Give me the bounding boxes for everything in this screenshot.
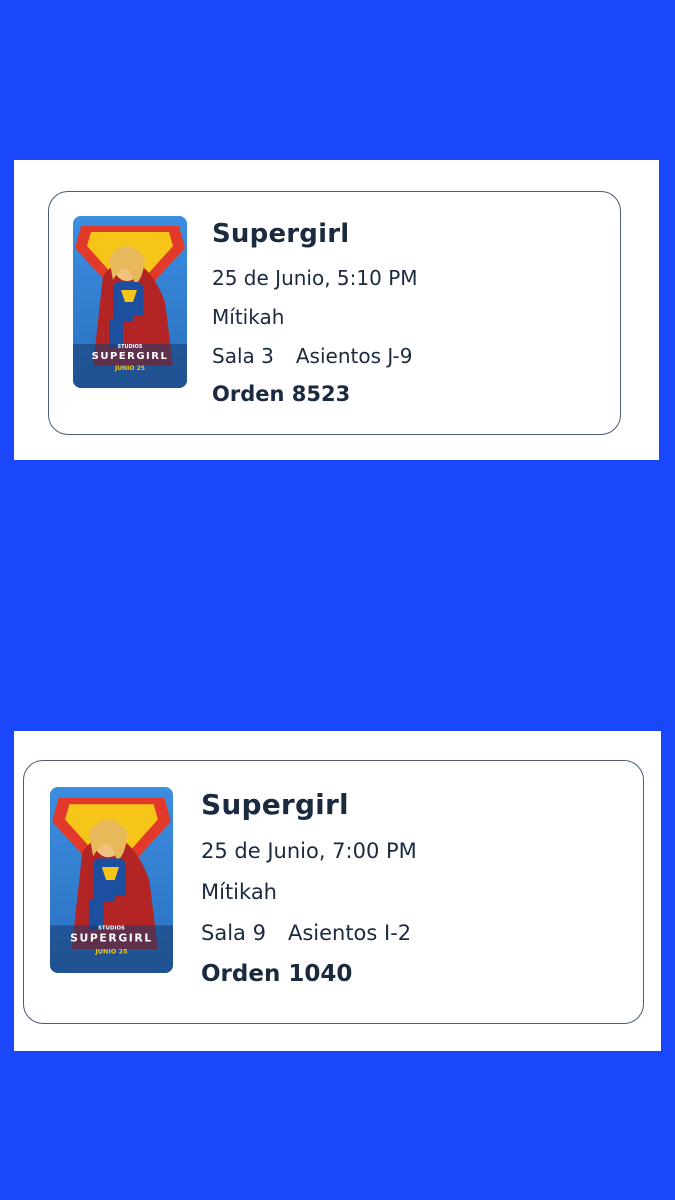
poster-release-text: JUNIO 25 — [94, 948, 128, 956]
order-number: Orden 8523 — [212, 382, 351, 406]
ticket-panel: STUDIOS SUPERGIRL JUNIO 25 Supergirl 25 … — [14, 731, 661, 1051]
room-seats-row: Sala 3 Asientos J-9 — [212, 343, 418, 369]
ticket-info: Supergirl 25 de Junio, 5:10 PM Mítikah S… — [212, 216, 418, 408]
movie-poster: STUDIOS SUPERGIRL JUNIO 25 — [50, 787, 173, 973]
movie-title: Supergirl — [201, 788, 349, 821]
seat-numbers: Asientos J-9 — [295, 344, 413, 368]
room-seats-row: Sala 9 Asientos I-2 — [201, 919, 417, 947]
poster-release-text: JUNIO 25 — [114, 365, 145, 372]
supergirl-poster-image: STUDIOS SUPERGIRL JUNIO 25 — [50, 787, 173, 973]
poster-title-text: SUPERGIRL — [92, 351, 169, 362]
room-number: Sala 9 — [201, 921, 266, 945]
cinema-location: Mítikah — [201, 880, 277, 904]
seat-numbers: Asientos I-2 — [287, 921, 412, 945]
ticket-panel: STUDIOS SUPERGIRL JUNIO 25 Supergirl 25 … — [14, 160, 659, 460]
poster-studio-text: STUDIOS — [118, 344, 143, 350]
ticket-card[interactable]: STUDIOS SUPERGIRL JUNIO 25 Supergirl 25 … — [23, 760, 644, 1024]
poster-title-text: SUPERGIRL — [70, 932, 153, 945]
ticket-card[interactable]: STUDIOS SUPERGIRL JUNIO 25 Supergirl 25 … — [48, 191, 621, 435]
movie-title: Supergirl — [212, 219, 350, 249]
showtime: 25 de Junio, 7:00 PM — [201, 839, 417, 863]
showtime: 25 de Junio, 5:10 PM — [212, 266, 418, 290]
cinema-location: Mítikah — [212, 305, 285, 329]
ticket-info: Supergirl 25 de Junio, 7:00 PM Mítikah S… — [201, 786, 417, 989]
movie-poster: STUDIOS SUPERGIRL JUNIO 25 — [73, 216, 187, 388]
room-number: Sala 3 — [212, 344, 274, 368]
order-number: Orden 1040 — [201, 961, 353, 987]
supergirl-poster-image: STUDIOS SUPERGIRL JUNIO 25 — [73, 216, 187, 388]
